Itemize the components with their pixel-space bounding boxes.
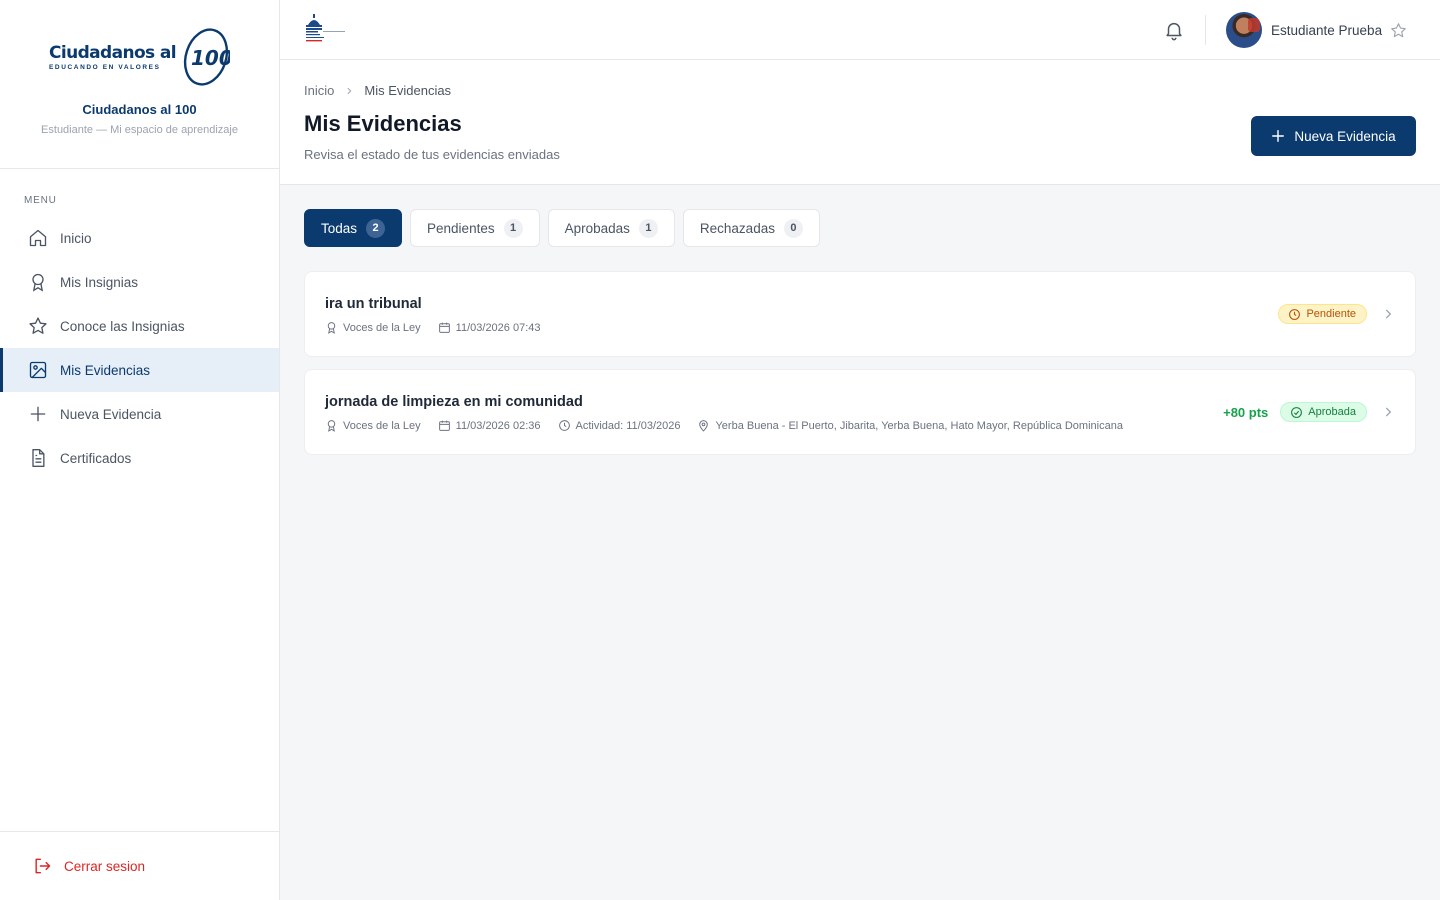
evidence-card[interactable]: ira un tribunal Voces de la Ley 11/03/20… (304, 271, 1416, 357)
star-icon (27, 315, 49, 337)
sidebar-item-label: Mis Insignias (60, 274, 139, 290)
page-header: Inicio Mis Evidencias Mis Evidencias Rev… (280, 60, 1440, 185)
tab-todas[interactable]: Todas 2 (304, 209, 403, 247)
tab-count-badge: 2 (366, 218, 386, 238)
chevron-right-icon (1381, 307, 1395, 321)
sidebar: Ciudadanos al EDUCANDO EN VALORES 100 Ci… (0, 0, 280, 900)
status-filter-tabs: Todas 2 Pendientes 1 Aprobadas 1 Rechaza… (304, 209, 828, 247)
sidebar-item-label: Mis Evidencias (60, 362, 151, 378)
evidence-card[interactable]: jornada de limpieza en mi comunidad Voce… (304, 369, 1416, 455)
clock-icon (558, 419, 571, 432)
award-icon (325, 321, 338, 334)
status-badge: Aprobada (1280, 402, 1367, 422)
sidebar-item-mis-evidencias[interactable]: Mis Evidencias (0, 348, 279, 392)
sidebar-item-label: Certificados (60, 450, 132, 466)
sidebar-item-mis-insignias[interactable]: Mis Insignias (0, 260, 279, 304)
brand-header: Ciudadanos al EDUCANDO EN VALORES 100 Ci… (0, 0, 279, 169)
sidebar-item-label: Conoce las Insignias (60, 318, 185, 334)
logo-text: Ciudadanos al (48, 43, 177, 63)
menu-label: MENU (24, 195, 57, 206)
tab-label: Pendientes (427, 220, 495, 236)
evidence-date: 11/03/2026 07:43 (455, 321, 541, 334)
tab-count-badge: 0 (783, 218, 803, 238)
tab-label: Todas (321, 220, 358, 236)
clock-icon (1288, 308, 1301, 321)
topbar-divider (1205, 15, 1206, 45)
evidence-activity-date: Actividad: 11/03/2026 (575, 419, 681, 432)
check-circle-icon (1290, 406, 1303, 419)
evidence-meta: Voces de la Ley 11/03/2026 07:43 (325, 321, 558, 334)
logout-button[interactable]: Cerrar sesion (0, 831, 279, 900)
document-icon (27, 447, 49, 469)
app-logo[interactable]: Ciudadanos al EDUCANDO EN VALORES 100 (49, 24, 230, 90)
evidence-location: Yerba Buena - El Puerto, Jibarita, Yerba… (715, 419, 1123, 432)
evidence-title: ira un tribunal (325, 296, 422, 312)
new-evidence-button[interactable]: Nueva Evidencia (1251, 116, 1416, 156)
sidebar-item-conoce-insignias[interactable]: Conoce las Insignias (0, 304, 279, 348)
image-icon (27, 359, 49, 381)
evidence-badge-name: Voces de la Ley (343, 419, 421, 432)
topbar: Estudiante Prueba (280, 0, 1440, 60)
page-subtitle: Revisa el estado de tus evidencias envia… (304, 147, 560, 162)
chevron-right-icon (344, 86, 354, 96)
minerd-logo (306, 14, 345, 42)
avatar (1226, 12, 1262, 48)
sidebar-item-inicio[interactable]: Inicio (0, 216, 279, 260)
user-name: Estudiante Prueba (1271, 22, 1383, 38)
logout-label: Cerrar sesion (64, 858, 146, 874)
evidence-title: jornada de limpieza en mi comunidad (325, 394, 583, 410)
plus-icon (27, 403, 49, 425)
breadcrumb: Inicio Mis Evidencias (304, 83, 451, 98)
logo-100-mark: 100 (183, 28, 230, 86)
breadcrumb-home-link[interactable]: Inicio (304, 83, 334, 98)
tab-aprobadas[interactable]: Aprobadas 1 (547, 209, 675, 247)
logo-subtitle: EDUCANDO EN VALORES (48, 64, 161, 71)
evidence-badge-name: Voces de la Ley (343, 321, 421, 334)
tab-label: Aprobadas (564, 220, 630, 236)
brand-name: Ciudadanos al 100 (82, 102, 197, 117)
favorite-star-icon[interactable] (1390, 22, 1407, 39)
chevron-right-icon (1381, 405, 1395, 419)
user-menu[interactable]: Estudiante Prueba (1226, 12, 1407, 48)
breadcrumb-current: Mis Evidencias (364, 83, 452, 98)
location-pin-icon (697, 419, 710, 432)
calendar-icon (438, 419, 451, 432)
tab-pendientes[interactable]: Pendientes 1 (410, 209, 540, 247)
award-icon (325, 419, 338, 432)
status-label: Aprobada (1308, 406, 1356, 418)
status-label: Pendiente (1306, 308, 1356, 320)
tab-count-badge: 1 (503, 218, 523, 238)
sidebar-nav: Inicio Mis Insignias Conoce las Insignia… (0, 216, 279, 480)
logout-icon (32, 856, 52, 876)
tab-rechazadas[interactable]: Rechazadas 0 (682, 209, 820, 247)
sidebar-item-label: Nueva Evidencia (60, 406, 162, 422)
svg-text:100: 100 (191, 46, 230, 70)
evidence-meta: Voces de la Ley 11/03/2026 02:36 Activid… (325, 419, 1140, 432)
page-title: Mis Evidencias (304, 111, 462, 136)
evidence-date: 11/03/2026 02:36 (455, 419, 541, 432)
new-evidence-label: Nueva Evidencia (1294, 128, 1396, 144)
status-badge: Pendiente (1278, 304, 1367, 324)
brand-tagline: Estudiante — Mi espacio de aprendizaje (41, 124, 238, 136)
award-icon (27, 271, 49, 293)
tab-label: Rechazadas (699, 220, 775, 236)
calendar-icon (438, 321, 451, 334)
notifications-bell-icon[interactable] (1163, 19, 1185, 41)
plus-icon (1271, 129, 1285, 143)
sidebar-item-nueva-evidencia[interactable]: Nueva Evidencia (0, 392, 279, 436)
sidebar-item-certificados[interactable]: Certificados (0, 436, 279, 480)
evidence-points: +80 pts (1223, 404, 1269, 420)
home-icon (27, 227, 49, 249)
tab-count-badge: 1 (638, 218, 658, 238)
sidebar-item-label: Inicio (60, 230, 92, 246)
